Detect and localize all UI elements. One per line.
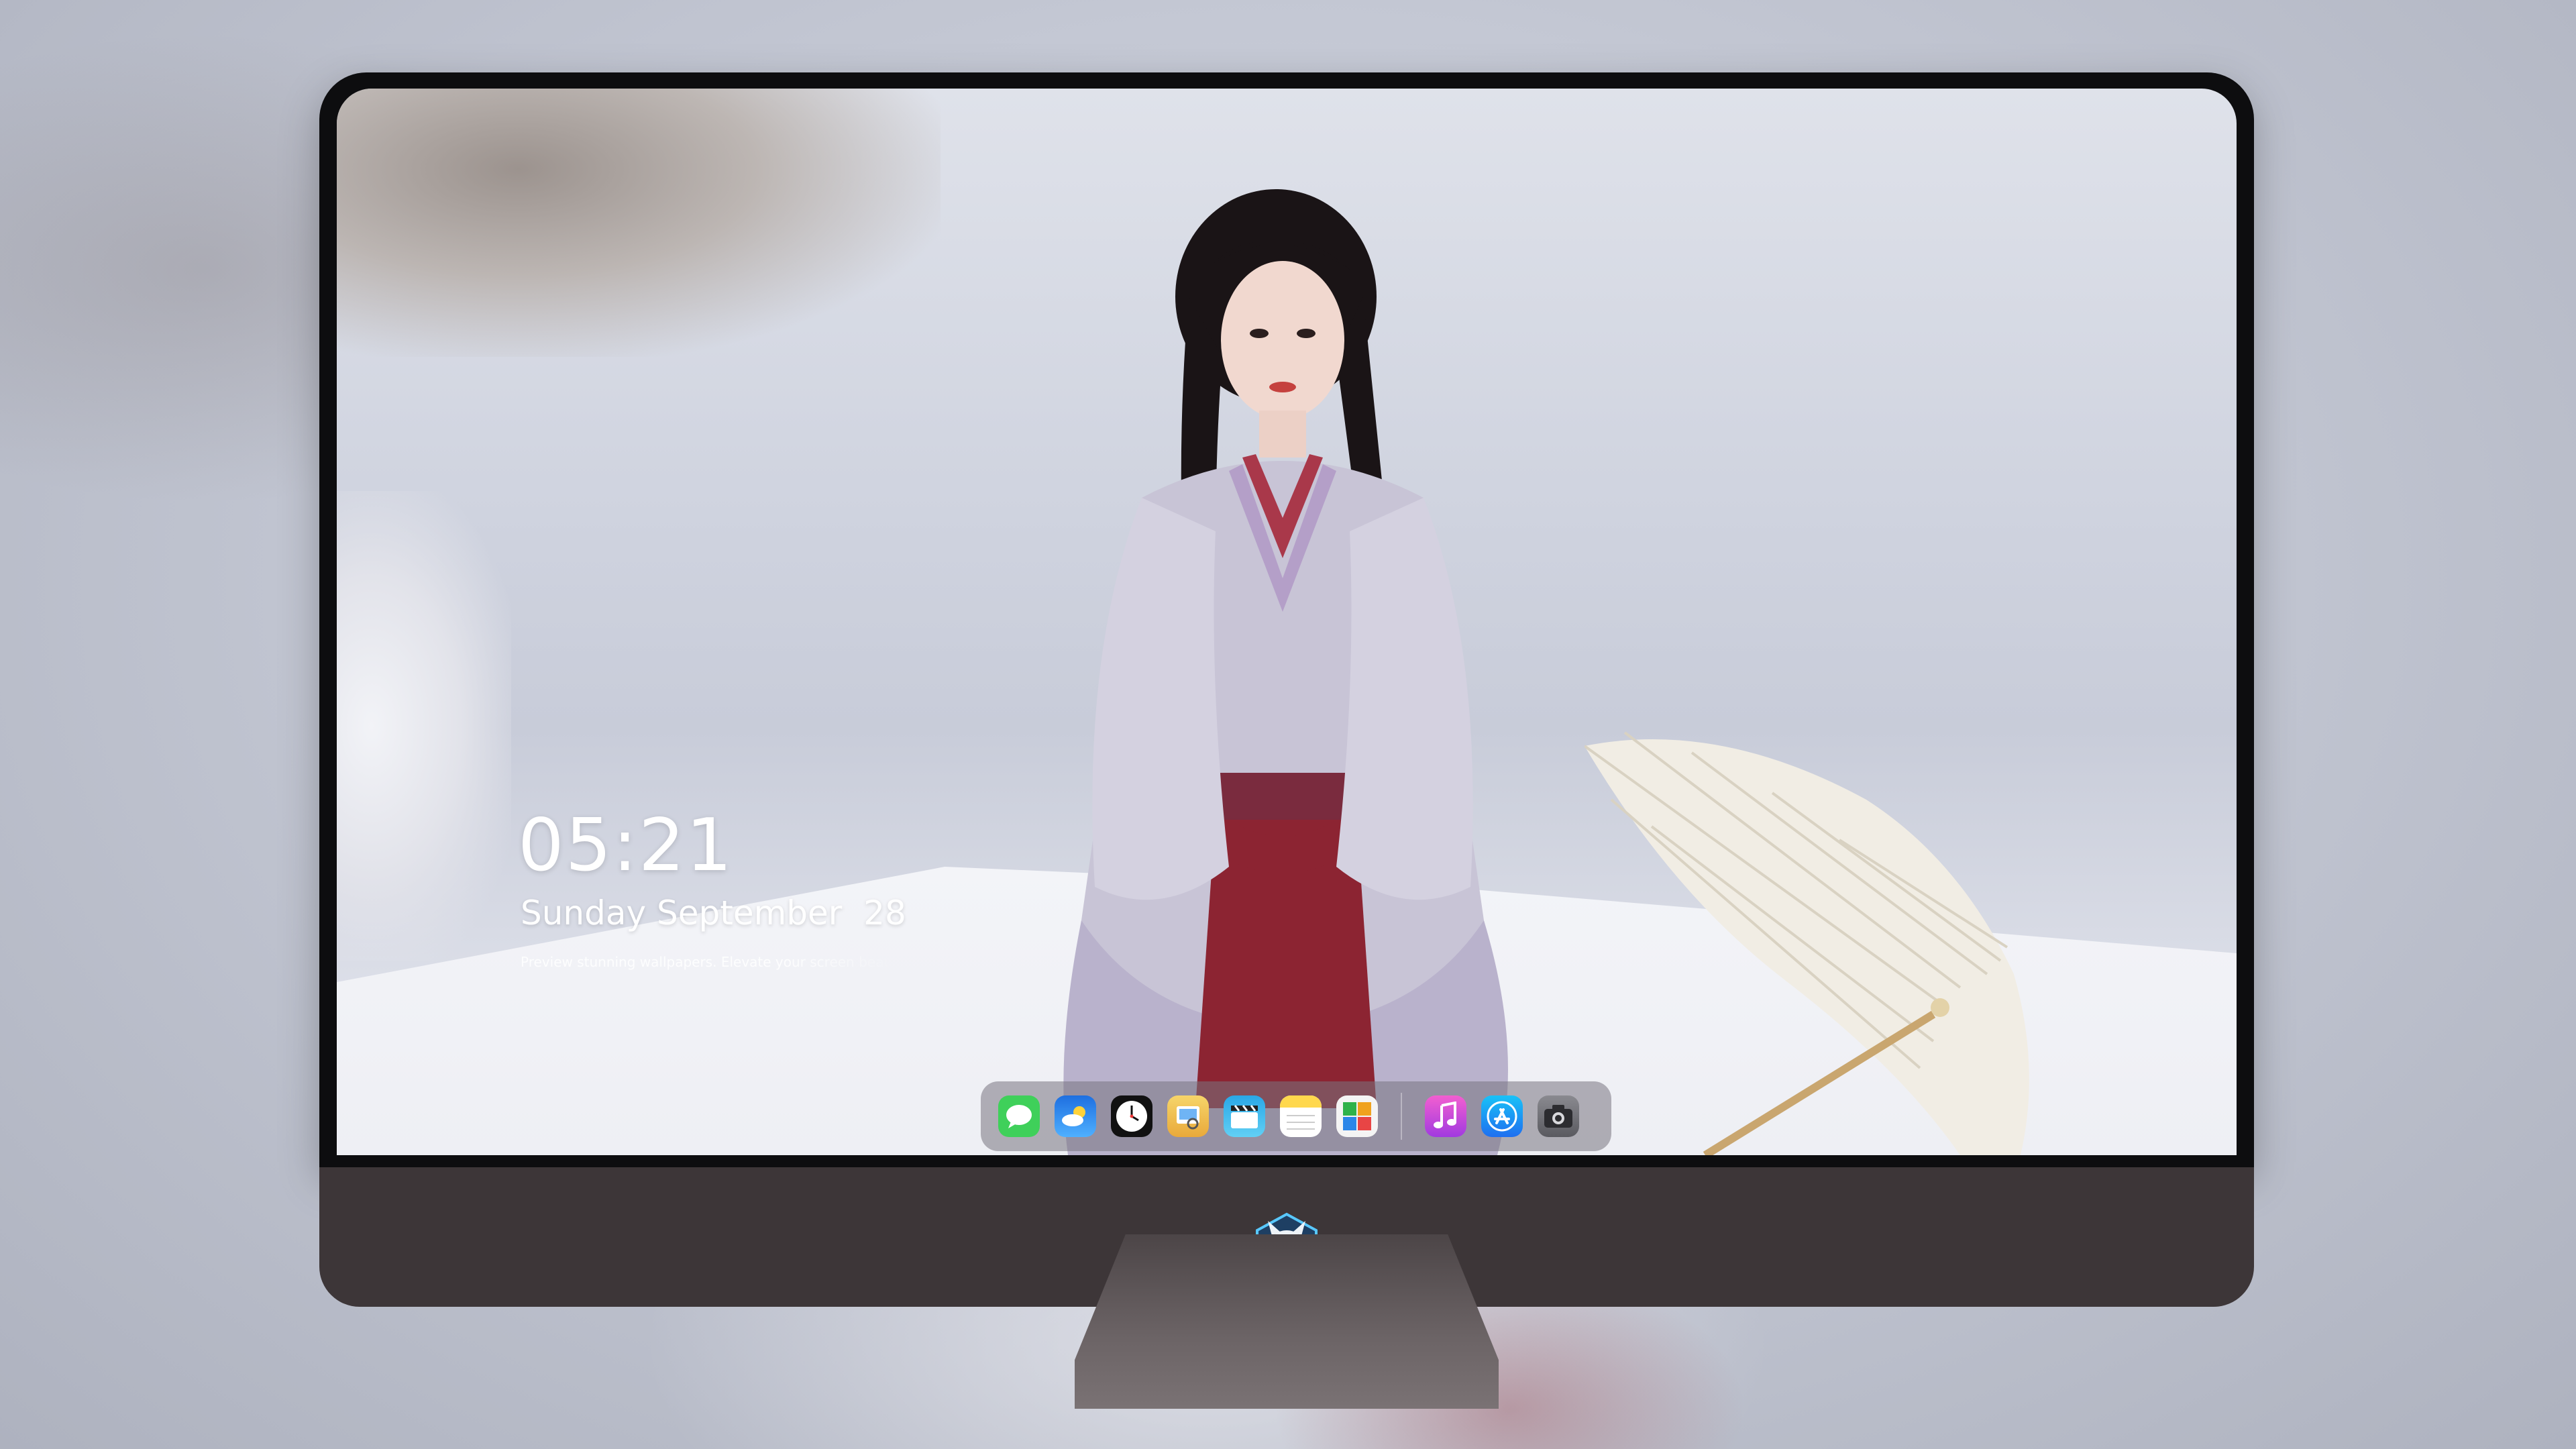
- monitor-bezel: 05:21 Sunday September 28 Preview stunni…: [319, 72, 2254, 1167]
- music-icon[interactable]: [1425, 1095, 1466, 1137]
- preview-icon[interactable]: [1167, 1095, 1209, 1137]
- monitor: 05:21 Sunday September 28 Preview stunni…: [319, 72, 2254, 1307]
- dock-separator: [1401, 1093, 1402, 1140]
- screen[interactable]: 05:21 Sunday September 28 Preview stunni…: [337, 89, 2237, 1155]
- notes-icon[interactable]: [1280, 1095, 1322, 1137]
- wallpaper-figure: [1063, 189, 1508, 1155]
- camera-icon[interactable]: [1538, 1095, 1579, 1137]
- wallpaper-snowbank: [337, 89, 941, 357]
- wallpaper-umbrella: [1585, 731, 2029, 1155]
- dock: [981, 1081, 1611, 1151]
- clips-icon[interactable]: [1224, 1095, 1265, 1137]
- app-store-icon[interactable]: [1481, 1095, 1523, 1137]
- monitor-stand: [1075, 1234, 1499, 1409]
- lock-screen-time: 05:21: [518, 804, 734, 888]
- weather-icon[interactable]: [1055, 1095, 1096, 1137]
- lock-screen-tagline: Preview stunning wallpapers. Elevate you…: [521, 954, 896, 970]
- wallpaper-snowbank-left: [337, 491, 511, 961]
- lock-screen-date: Sunday September 28: [521, 894, 906, 932]
- clock-icon[interactable]: [1111, 1095, 1152, 1137]
- calendar-icon[interactable]: [1336, 1095, 1378, 1137]
- messages-icon[interactable]: [998, 1095, 1040, 1137]
